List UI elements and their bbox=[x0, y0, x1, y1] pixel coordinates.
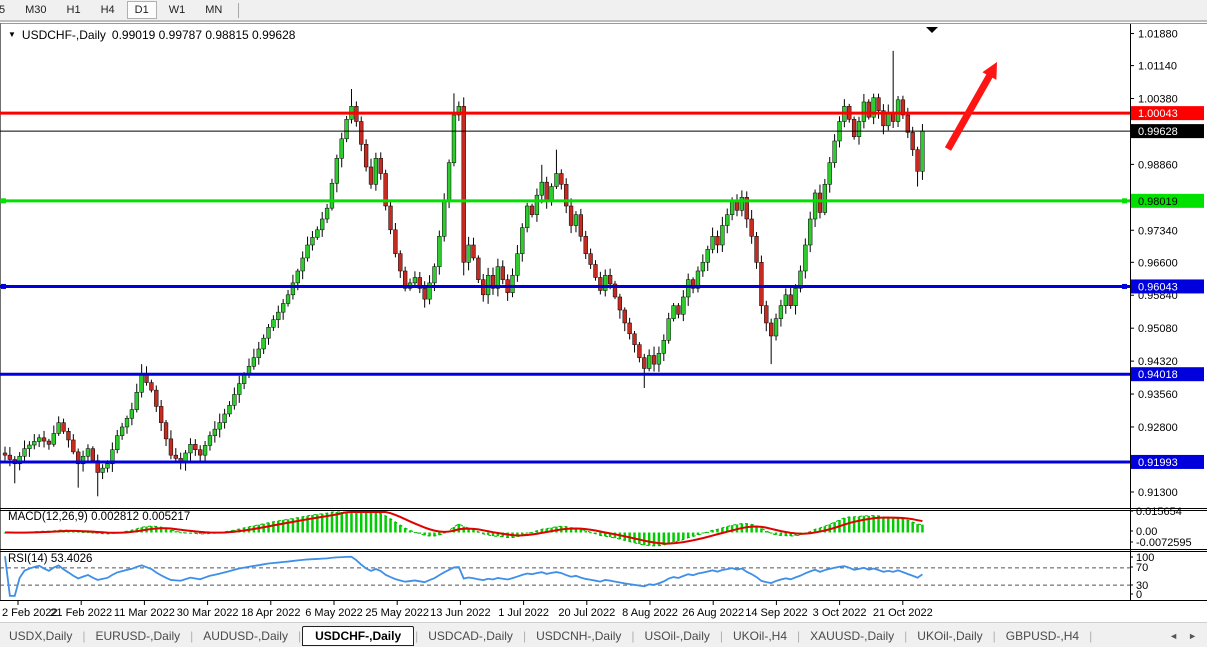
svg-text:0: 0 bbox=[1136, 589, 1142, 601]
axis-price-label-0.99628: 0.99628 bbox=[1131, 124, 1204, 138]
chart-tab-xauusd-daily[interactable]: XAUUSD-,Daily bbox=[801, 627, 903, 645]
svg-text:6 May 2022: 6 May 2022 bbox=[305, 607, 362, 619]
svg-text:-0.0072595: -0.0072595 bbox=[1136, 537, 1192, 549]
svg-text:0.92800: 0.92800 bbox=[1138, 422, 1178, 434]
timeframe-button-H1[interactable]: H1 bbox=[59, 1, 89, 19]
chart-tab-audusd-daily[interactable]: AUDUSD-,Daily bbox=[194, 627, 297, 645]
timeframe-button-M30[interactable]: M30 bbox=[17, 1, 54, 19]
chart-tab-ukoil-h4[interactable]: UKOil-,H4 bbox=[724, 627, 796, 645]
svg-text:1.01140: 1.01140 bbox=[1138, 61, 1177, 73]
svg-text:8 Aug 2022: 8 Aug 2022 bbox=[622, 607, 678, 619]
chart-tab-usdchf-daily[interactable]: USDCHF-,Daily bbox=[302, 626, 414, 646]
chart-tab-usdcnh-daily[interactable]: USDCNH-,Daily bbox=[527, 627, 630, 645]
rsi-indicator-label: RSI(14) 53.4026 bbox=[8, 553, 92, 565]
svg-text:0.96600: 0.96600 bbox=[1138, 257, 1178, 269]
svg-text:70: 70 bbox=[1136, 562, 1148, 574]
svg-text:0.95080: 0.95080 bbox=[1138, 323, 1178, 335]
timeframe-button-W1[interactable]: W1 bbox=[161, 1, 194, 19]
svg-text:25 May 2022: 25 May 2022 bbox=[365, 607, 429, 619]
svg-text:0.94018: 0.94018 bbox=[1138, 369, 1178, 381]
svg-text:1.00043: 1.00043 bbox=[1138, 108, 1178, 120]
axis-price-label-0.98019: 0.98019 bbox=[1131, 194, 1204, 208]
axis-price-label-0.94018: 0.94018 bbox=[1131, 367, 1204, 381]
svg-text:0.015654: 0.015654 bbox=[1136, 506, 1182, 518]
svg-text:0.97340: 0.97340 bbox=[1138, 225, 1178, 237]
chart-tab-usoil-daily[interactable]: USOil-,Daily bbox=[636, 627, 719, 645]
svg-text:0.91993: 0.91993 bbox=[1138, 457, 1178, 469]
chart-symbol-period: USDCHF-,Daily bbox=[22, 28, 106, 42]
chart-tab-eurusd-daily[interactable]: EURUSD-,Daily bbox=[86, 627, 189, 645]
svg-text:1.01880: 1.01880 bbox=[1138, 29, 1178, 41]
svg-text:0.99628: 0.99628 bbox=[1138, 126, 1178, 138]
svg-text:0.94320: 0.94320 bbox=[1138, 356, 1178, 368]
timeframe-button-5[interactable]: 5 bbox=[0, 1, 13, 19]
svg-text:21 Feb 2022: 21 Feb 2022 bbox=[50, 607, 112, 619]
chart-window: 1.01880 1.01140 1.00380 0.98860 0.97340 0.966… bbox=[0, 20, 1207, 622]
chart-title: ▼ USDCHF-,Daily 0.99019 0.99787 0.98815 … bbox=[8, 28, 295, 42]
svg-text:26 Aug 2022: 26 Aug 2022 bbox=[682, 607, 744, 619]
svg-text:18 Apr 2022: 18 Apr 2022 bbox=[241, 607, 300, 619]
svg-text:0.98019: 0.98019 bbox=[1138, 196, 1178, 208]
svg-text:1 Jul 2022: 1 Jul 2022 bbox=[498, 607, 549, 619]
chart-tab-bar: USDX,Daily|EURUSD-,Daily|AUDUSD-,Daily|U… bbox=[0, 622, 1207, 647]
svg-text:14 Sep 2022: 14 Sep 2022 bbox=[745, 607, 807, 619]
svg-text:30 Mar 2022: 30 Mar 2022 bbox=[177, 607, 239, 619]
chart-tab-usdcad-daily[interactable]: USDCAD-,Daily bbox=[419, 627, 522, 645]
timeframe-button-H4[interactable]: H4 bbox=[93, 1, 123, 19]
macd-indicator-label: MACD(12,26,9) 0.002812 0.005217 bbox=[8, 511, 190, 523]
svg-text:3 Oct 2022: 3 Oct 2022 bbox=[813, 607, 867, 619]
chart-ohlc-values: 0.99019 0.99787 0.98815 0.99628 bbox=[112, 28, 296, 42]
trading-app-window: 5M30 H1H4D1W1MN 1.01880 1.01140 1.00380 0.98… bbox=[0, 0, 1207, 647]
svg-text:21 Oct 2022: 21 Oct 2022 bbox=[873, 607, 933, 619]
tab-scroll-right-icon[interactable]: ► bbox=[1188, 631, 1197, 641]
svg-text:0.98860: 0.98860 bbox=[1138, 159, 1178, 171]
svg-text:0.91300: 0.91300 bbox=[1138, 487, 1178, 499]
chart-tab-usdx-daily[interactable]: USDX,Daily bbox=[0, 627, 81, 645]
svg-text:11 Mar 2022: 11 Mar 2022 bbox=[114, 607, 175, 619]
axis-price-label-0.96043: 0.96043 bbox=[1131, 279, 1204, 293]
svg-text:0.93560: 0.93560 bbox=[1138, 389, 1178, 401]
timeframe-toolbar: 5M30 H1H4D1W1MN bbox=[0, 0, 1207, 21]
tab-scroll-left-icon[interactable]: ◄ bbox=[1169, 631, 1178, 641]
svg-text:13 Jun 2022: 13 Jun 2022 bbox=[430, 607, 491, 619]
timeframe-button-D1[interactable]: D1 bbox=[127, 1, 157, 19]
svg-text:20 Jul 2022: 20 Jul 2022 bbox=[558, 607, 615, 619]
svg-text:2 Feb 2022: 2 Feb 2022 bbox=[2, 607, 58, 619]
svg-text:1.00380: 1.00380 bbox=[1138, 94, 1178, 106]
tab-separator: | bbox=[1088, 629, 1093, 643]
toolbar-separator bbox=[238, 3, 239, 18]
chart-tab-ukoil-daily[interactable]: UKOil-,Daily bbox=[908, 627, 991, 645]
axis-price-label-0.91993: 0.91993 bbox=[1131, 455, 1204, 469]
price-chart-canvas[interactable]: 1.01880 1.01140 1.00380 0.98860 0.97340 0.966… bbox=[0, 22, 1207, 622]
svg-text:0.96043: 0.96043 bbox=[1138, 281, 1178, 293]
chart-tab-gbpusd-h4[interactable]: GBPUSD-,H4 bbox=[997, 627, 1088, 645]
axis-price-label-1.00043: 1.00043 bbox=[1131, 106, 1204, 120]
timeframe-button-MN[interactable]: MN bbox=[197, 1, 230, 19]
symbol-dropdown-icon[interactable]: ▼ bbox=[8, 30, 16, 39]
